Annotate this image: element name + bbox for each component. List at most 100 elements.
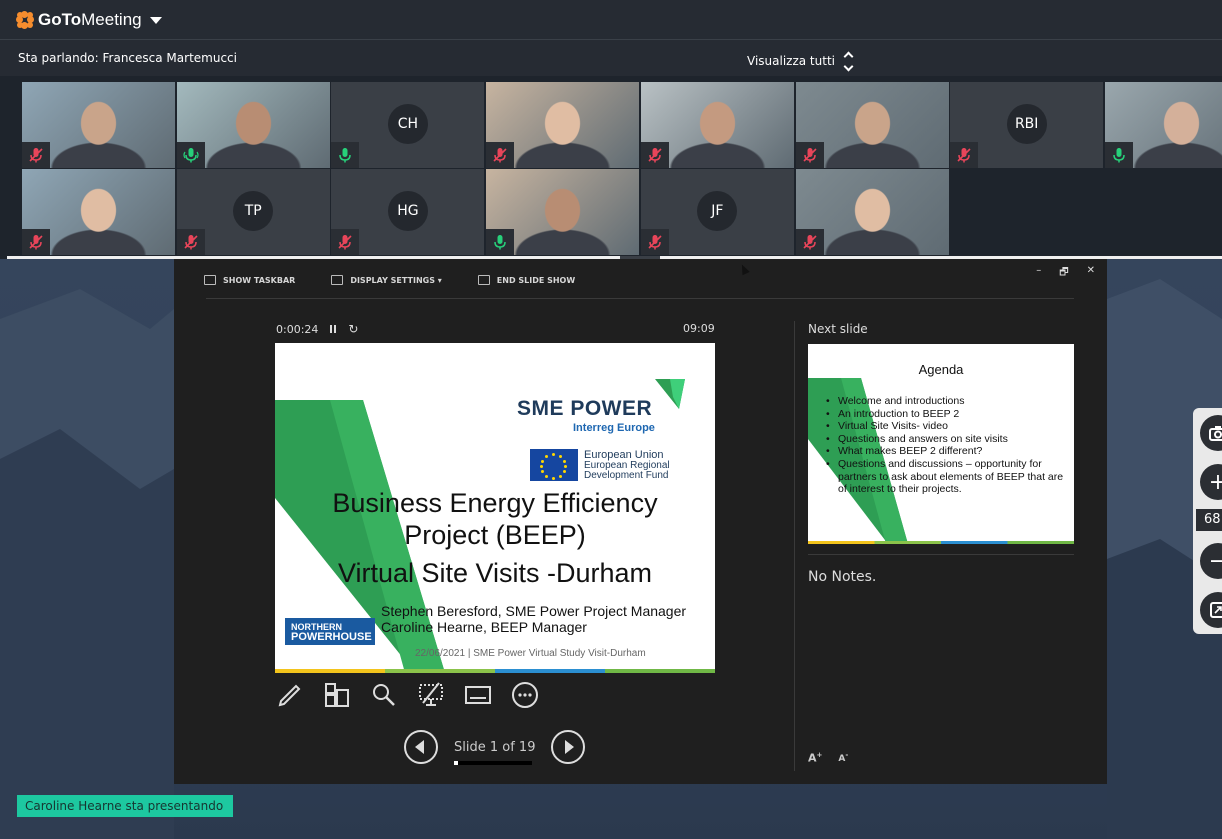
participant-tile[interactable] (22, 82, 175, 168)
display-settings-button[interactable]: DISPLAY SETTINGS ▾ (331, 275, 442, 285)
participant-tile[interactable] (1104, 82, 1222, 168)
toolbar-divider (206, 298, 1074, 299)
mic-muted-icon (795, 229, 824, 255)
participant-tile[interactable] (486, 169, 640, 255)
app-header: GoToMeeting (0, 0, 1222, 40)
eu-flag-icon (530, 449, 578, 481)
participant-tile[interactable] (795, 169, 949, 255)
next-slide-color-bar (808, 541, 1074, 544)
pane-divider[interactable] (794, 321, 795, 771)
more-options-button[interactable] (511, 681, 539, 709)
end-slide-show-button[interactable]: END SLIDE SHOW (477, 275, 575, 285)
northern-powerhouse-logo: NORTHERN POWERHOUSE (285, 618, 375, 645)
active-speaker-label: Sta parlando: Francesca Martemucci (18, 51, 237, 65)
participant-tile[interactable] (22, 169, 175, 255)
participant-tile[interactable]: TP (176, 169, 330, 255)
black-screen-button[interactable] (417, 681, 445, 709)
increase-font-button[interactable]: A+ (808, 751, 822, 765)
slide-title-line-2: Project (BEEP) (404, 520, 586, 550)
speaker-bar: Sta parlando: Francesca Martemucci Visua… (0, 40, 1222, 76)
agenda-item: Questions and answers on site visits (826, 433, 1066, 446)
participant-tile[interactable]: JF (640, 169, 794, 255)
arrow-right-icon (565, 740, 575, 754)
show-taskbar-button[interactable]: SHOW TASKBAR (204, 275, 295, 285)
grid-slides-icon (325, 683, 349, 707)
participant-tile[interactable]: CH (331, 82, 485, 168)
previous-slide-button[interactable] (404, 730, 438, 764)
speaker-notes: No Notes. (808, 569, 877, 585)
mic-muted-icon (331, 229, 360, 255)
slide-title-line-1: Business Energy Efficiency (332, 488, 658, 518)
see-all-slides-button[interactable] (323, 681, 351, 709)
participant-tile[interactable] (640, 82, 794, 168)
mic-muted-icon (640, 142, 669, 168)
mic-speaking-icon (176, 142, 205, 168)
participant-tile[interactable]: RBI (950, 82, 1104, 168)
close-button[interactable]: ✕ (1087, 265, 1095, 282)
mic-muted-icon (795, 142, 824, 168)
mic-muted-icon (176, 229, 205, 255)
view-all-label: Visualizza tutti (747, 53, 835, 68)
slide-progress-bar (454, 760, 532, 765)
display-settings-icon (331, 275, 344, 285)
participant-tile[interactable] (486, 82, 640, 168)
slide-color-bar (275, 669, 715, 673)
show-taskbar-label: SHOW TASKBAR (223, 275, 296, 285)
zoom-controls: + 68 − (1193, 408, 1222, 634)
arrow-left-icon (415, 740, 424, 754)
fit-screen-button[interactable] (1200, 592, 1222, 628)
participant-tile[interactable] (176, 82, 330, 168)
pen-icon (278, 684, 301, 707)
pause-icon[interactable] (330, 325, 337, 333)
minimize-button[interactable]: – (1036, 265, 1041, 282)
interreg-label: Interreg Europe (573, 422, 655, 434)
zoom-into-slide-button[interactable] (370, 681, 398, 709)
slide-counter-label: Slide 1 of 19 (454, 739, 536, 755)
participant-tile[interactable]: HG (331, 169, 485, 255)
zoom-in-button[interactable]: + (1200, 464, 1222, 500)
app-title-rest: Meeting (81, 9, 142, 29)
zoom-level: 68 (1196, 509, 1222, 531)
elapsed-time: 0:00:24 (276, 322, 319, 336)
decrease-font-button[interactable]: A- (838, 751, 848, 765)
subtitles-button[interactable] (464, 681, 492, 709)
expand-icon (1210, 602, 1222, 618)
mic-on-icon (486, 229, 515, 255)
slide-navigation: Slide 1 of 19 (404, 730, 586, 765)
eu-line-3: Development Fund (584, 470, 669, 481)
mic-on-icon (331, 142, 360, 168)
app-menu-chevron-down-icon[interactable] (149, 17, 162, 24)
slide-title-line-3: Virtual Site Visits -Durham (337, 558, 653, 588)
display-settings-label: DISPLAY SETTINGS ▾ (350, 275, 442, 285)
slide-counter: Slide 1 of 19 (454, 739, 536, 765)
next-slide-preview[interactable]: Agenda Welcome and introductionsAn intro… (808, 344, 1074, 544)
screenshot-button[interactable] (1200, 415, 1222, 451)
view-all-button[interactable]: Visualizza tutti (747, 51, 854, 72)
screen-off-icon (419, 682, 443, 706)
current-slide[interactable]: SME POWER Interreg Europe European Union… (275, 343, 715, 673)
slide-footer: 22/06/2021 | SME Power Virtual Study Vis… (415, 648, 646, 659)
zoom-out-button[interactable]: − (1200, 543, 1222, 579)
restart-timer-icon[interactable]: ↻ (348, 322, 358, 336)
notes-divider (808, 554, 1074, 555)
app-title[interactable]: GoToMeeting (38, 10, 142, 30)
presenter-banner: Caroline Hearne sta presentando (17, 795, 233, 817)
subtitles-icon (465, 686, 491, 704)
slide-timer: 0:00:24 ↻ (276, 322, 358, 336)
participant-initials: JF (697, 191, 738, 231)
participant-initials: TP (233, 191, 274, 231)
expand-collapse-icon (843, 51, 854, 72)
restore-button[interactable]: 🗗 (1059, 265, 1068, 282)
presenter-tools (276, 681, 539, 709)
participant-initials: CH (387, 104, 428, 144)
participant-grid: CH RBI TP HG JF (22, 82, 1222, 256)
agenda-item: Virtual Site Visits- video (826, 420, 1066, 433)
eu-fund-logo: European Union European Regional Develop… (530, 449, 670, 481)
magnifier-icon (373, 684, 395, 706)
mic-muted-icon (640, 229, 669, 255)
author-2: Caroline Hearne, BEEP Manager (381, 619, 587, 635)
participant-tile[interactable] (795, 82, 949, 168)
next-slide-button[interactable] (551, 730, 586, 764)
taskbar-icon (204, 275, 216, 285)
pen-tool-button[interactable] (276, 681, 304, 709)
